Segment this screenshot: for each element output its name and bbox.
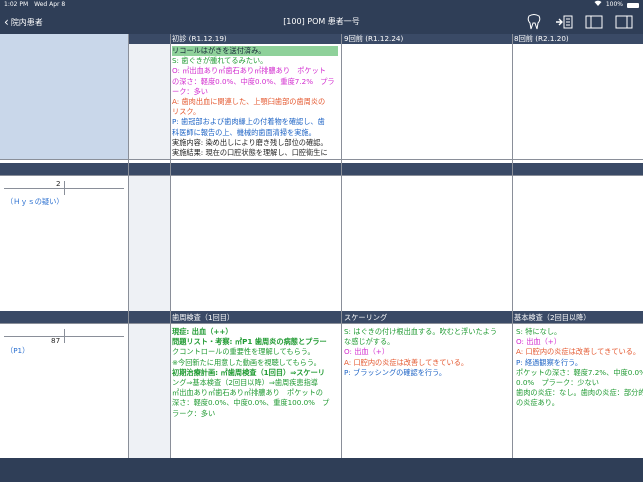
tooth-icon[interactable] bbox=[525, 13, 543, 31]
basic-g-2: 0.0% プラーク：少ない bbox=[516, 378, 599, 388]
basic-s: S: 特になし。 bbox=[516, 327, 562, 336]
soap-o-2: の深さ：軽度0.0%、中度0.0%、重度7.2% プラ bbox=[172, 76, 335, 86]
vline-2 bbox=[170, 34, 171, 458]
soap-p-1: P: 歯冠部および歯肉縁上の付着物を確認し、歯 bbox=[172, 117, 325, 127]
soap-o-3: ーク：多い bbox=[172, 86, 208, 96]
tooth-number-row2: 2 bbox=[56, 179, 61, 188]
soap-p-2: 科医師に報告の上、機械的歯面清掃を実施。 bbox=[172, 127, 316, 137]
problem-label-row3[interactable]: （P1） bbox=[6, 346, 66, 356]
export-icon[interactable] bbox=[555, 13, 573, 31]
basic-g-4: の炎症あり。 bbox=[516, 398, 559, 408]
status-bar: 1:02 PM Wed Apr 8 100% bbox=[0, 0, 643, 10]
hline-1 bbox=[0, 159, 643, 160]
exam-line-4: ※今回新たに用意した動画を視聴してもらう。 bbox=[172, 357, 321, 367]
basic-o: O: 出血（+） bbox=[516, 337, 562, 347]
scaling-s-2: な感じがする。 bbox=[344, 337, 395, 347]
exam-line-7: ㎡出血あり㎡歯石あり㎡排膿あり ポケットの bbox=[172, 388, 323, 398]
column-header-3[interactable]: 8回前 (R2.1.20) bbox=[514, 34, 569, 43]
sidebar-right-icon[interactable] bbox=[615, 13, 633, 31]
soap-s: S: 歯ぐきが腫れてるみたい。 bbox=[172, 56, 268, 66]
soap-k-2: 実施結果: 現在の口腔状態を理解し、口腔衛生に bbox=[172, 148, 328, 158]
chart-grid: 初診 (R1.12.19) 9回前 (R1.12.24) 8回前 (R2.1.2… bbox=[0, 34, 643, 458]
nav-icons bbox=[525, 13, 633, 31]
scaling-o: O: 出血（+） bbox=[344, 347, 390, 357]
back-label: 院内患者 bbox=[10, 17, 43, 27]
exam-cell-1[interactable]: 現症: 出血（++） 問題リスト・考察: ㎡P1 歯周炎の病態とプラー クコント… bbox=[172, 327, 338, 457]
column-header-2[interactable]: 9回前 (R1.12.24) bbox=[344, 34, 403, 43]
soap-k-1: 実施内容: 染め出しにより磨き残し部位の確認。 bbox=[172, 137, 328, 147]
clock: 1:02 PM bbox=[4, 1, 29, 8]
exam-line-6: ング⇒基本検査（2回目以降）⇒歯周疾患指導 bbox=[172, 378, 318, 388]
scaling-p: P: ブラッシングの確認を行う。 bbox=[344, 367, 447, 377]
vline-3 bbox=[341, 34, 342, 458]
battery-icon bbox=[627, 2, 639, 8]
basic-a: A: 口腔内の炎症は改善してきている。 bbox=[516, 347, 641, 357]
chevron-left-icon: ‹ bbox=[4, 15, 9, 29]
scaling-s-1: S: はぐきの付け根出血する。吹むと浮いたよう bbox=[344, 327, 498, 336]
basic-g-3: 歯肉の炎症：なし。歯肉の炎症：部分的 bbox=[516, 388, 643, 398]
vline-4 bbox=[512, 34, 513, 458]
status-right: 100% bbox=[594, 0, 639, 10]
soap-o-1: O: ㎡出血あり㎡歯石あり㎡排膿あり ポケット bbox=[172, 66, 326, 76]
row3-header-1: 歯周検査（1回目） bbox=[172, 313, 235, 322]
scaling-cell[interactable]: S: はぐきの付け根出血する。吹むと浮いたよう な感じがする。 O: 出血（+）… bbox=[344, 327, 510, 457]
row3-header-3: 基本検査（2回目以降） bbox=[514, 313, 591, 322]
tooth-chart-midline-row2 bbox=[64, 181, 65, 195]
hline-3 bbox=[0, 323, 643, 324]
battery-percent: 100% bbox=[605, 1, 623, 8]
basic-g-1: ポケットの深さ：軽度7.2%、中度0.0%、重度 bbox=[516, 367, 643, 377]
column-header-1[interactable]: 初診 (R1.12.19) bbox=[172, 34, 227, 43]
status-time: 1:02 PM Wed Apr 8 bbox=[4, 0, 65, 10]
exam-line-5: 初期治療計画: ㎡歯周検査（1回目）⇒スケーリ bbox=[172, 367, 325, 377]
gap-column-row2 bbox=[128, 175, 170, 311]
scaling-a: A: 口腔内の炎症は改善してきている。 bbox=[344, 357, 469, 367]
exam-line-9: ラーク：多い bbox=[172, 408, 216, 418]
hline-2 bbox=[0, 175, 643, 176]
exam-line-1: 現症: 出血（++） bbox=[172, 327, 233, 336]
gap-column-row1 bbox=[128, 44, 170, 159]
recall-note: リコールはがきを送付済み。 bbox=[172, 46, 338, 57]
exam-line-8: 深さ：軽度0.0%、中度0.0%、重度100.0% プ bbox=[172, 398, 330, 408]
exam-line-2: 問題リスト・考察: ㎡P1 歯周炎の病態とプラー bbox=[172, 337, 327, 347]
nav-bar: ‹ 院内患者 [100] POM 患者一号 bbox=[0, 10, 643, 34]
exam-line-3: クコントロールの重要性を理解してもらう。 bbox=[172, 347, 315, 357]
bottom-bar bbox=[0, 458, 643, 482]
tooth-number-row3: 87 bbox=[51, 336, 61, 345]
vline-1 bbox=[128, 34, 129, 458]
date: Wed Apr 8 bbox=[34, 1, 66, 8]
soap-a-2: リスク。 bbox=[172, 107, 201, 117]
basic-p: P: 経過観察を行う。 bbox=[516, 357, 583, 367]
row3-header-2: スケーリング bbox=[344, 313, 388, 322]
problem-label-row2[interactable]: （Ｈｙｓの疑い） bbox=[6, 197, 126, 207]
soap-cell-initial[interactable]: リコールはがきを送付済み。 S: 歯ぐきが腫れてるみたい。 O: ㎡出血あり㎡歯… bbox=[172, 46, 338, 158]
soap-a-1: A: 歯肉出血に関連した、上顎臼歯部の歯周炎の bbox=[172, 97, 326, 107]
basic-exam-cell[interactable]: S: 特になし。 O: 出血（+） A: 口腔内の炎症は改善してきている。 P:… bbox=[516, 327, 643, 457]
gap-column-row3 bbox=[128, 323, 170, 458]
left-panel-row1 bbox=[0, 34, 128, 159]
wifi-icon bbox=[594, 0, 602, 10]
sidebar-left-icon[interactable] bbox=[585, 13, 603, 31]
back-button[interactable]: ‹ 院内患者 bbox=[4, 10, 43, 34]
section-band-1 bbox=[0, 163, 643, 175]
